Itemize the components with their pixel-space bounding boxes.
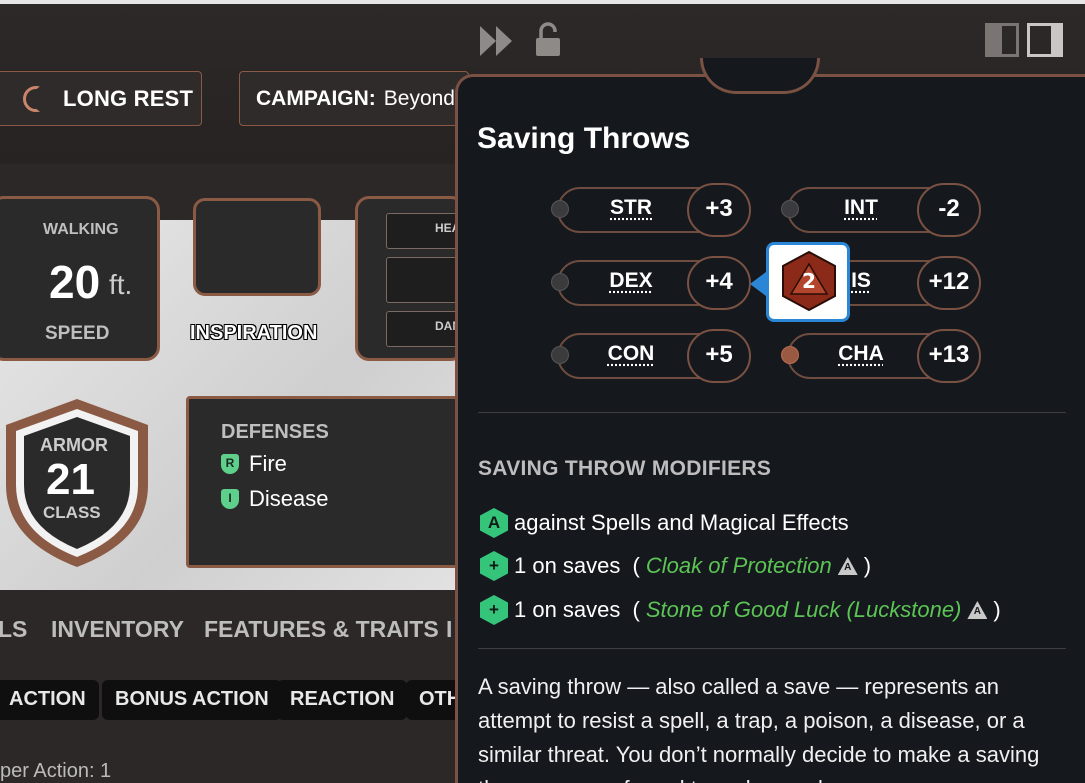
layout-right-icon[interactable] xyxy=(1027,23,1063,57)
advantage-icon: A xyxy=(480,508,508,538)
modifier-source-link[interactable]: Stone of Good Luck (Luckstone) xyxy=(646,597,962,623)
modifier-row: + 1 on saves ( Stone of Good Luck (Lucks… xyxy=(480,595,1001,625)
save-con[interactable]: CON +5 xyxy=(551,329,751,383)
dice-popup-arrow xyxy=(750,272,766,296)
modifier-row: + 1 on saves ( Cloak of Protection A ) xyxy=(480,551,871,581)
bonus-icon: + xyxy=(480,595,508,625)
modifier-row: A against Spells and Magical Effects xyxy=(480,508,849,538)
save-mod[interactable]: -2 xyxy=(917,195,981,223)
save-str[interactable]: STR +3 xyxy=(551,183,751,237)
modifiers-title: SAVING THROW MODIFIERS xyxy=(478,457,772,480)
attunement-icon: A xyxy=(837,557,858,575)
saving-throw-description: A saving throw — also called a save — re… xyxy=(478,674,1040,783)
tab-inventory[interactable]: INVENTORY xyxy=(51,616,184,643)
proficiency-dot xyxy=(781,200,799,218)
hit-points-box: HEA DAMA xyxy=(355,196,465,361)
save-dex[interactable]: DEX +4 xyxy=(551,256,751,310)
defenses-box[interactable]: DEFENSES R Fire I Disease xyxy=(186,396,476,568)
tab-more[interactable]: I xyxy=(446,616,452,643)
armor-class-shield[interactable]: ARMOR 21 CLASS xyxy=(0,395,156,570)
save-name: INT xyxy=(844,196,878,219)
long-rest-label: LONG REST xyxy=(63,85,194,111)
modifier-text: 1 on saves xyxy=(514,553,621,578)
hp-input[interactable] xyxy=(386,257,462,303)
campaign-label: CAMPAIGN: xyxy=(256,86,376,110)
close-paren: ) xyxy=(863,553,872,578)
long-rest-button[interactable]: LONG REST xyxy=(0,71,202,126)
defense-item: R Fire xyxy=(221,451,287,477)
proficiency-dot xyxy=(551,346,569,364)
panel-header-tab xyxy=(700,58,820,94)
armor-label-bottom: CLASS xyxy=(43,503,101,522)
resistance-icon: R xyxy=(221,454,239,474)
save-mod[interactable]: +5 xyxy=(687,341,751,369)
save-name: STR xyxy=(610,196,652,219)
filter-reaction[interactable]: REACTION xyxy=(277,680,408,720)
armor-label-top: ARMOR xyxy=(40,435,108,455)
open-paren: ( xyxy=(626,553,640,578)
heal-button[interactable]: HEA xyxy=(386,213,462,249)
divider xyxy=(478,412,1066,413)
close-paren: ) xyxy=(993,597,1001,622)
tab-features-traits[interactable]: FEATURES & TRAITS xyxy=(204,616,439,643)
save-mod[interactable]: +3 xyxy=(687,195,751,223)
tab-spells[interactable]: LS xyxy=(0,616,27,643)
window-top-edge xyxy=(0,0,1085,4)
defense-label: Disease xyxy=(249,486,329,511)
open-paren: ( xyxy=(626,597,640,622)
inspiration-label: INSPIRATION xyxy=(190,322,318,344)
speed-value: 20 xyxy=(49,256,101,308)
filter-action[interactable]: ACTION xyxy=(0,680,99,720)
dice-value: 2 xyxy=(802,269,816,293)
immunity-icon: I xyxy=(221,489,239,509)
save-int[interactable]: INT -2 xyxy=(781,183,981,237)
unlock-icon[interactable] xyxy=(535,22,561,58)
moon-icon xyxy=(23,85,53,112)
defense-item: I Disease xyxy=(221,486,328,512)
filter-bonus-action[interactable]: BONUS ACTION xyxy=(102,680,282,720)
save-name: CHA xyxy=(838,342,884,365)
defense-label: Fire xyxy=(249,451,287,476)
save-name: DEX xyxy=(609,269,653,292)
panel-title: Saving Throws xyxy=(477,122,691,155)
campaign-button[interactable]: CAMPAIGN: Beyond xyxy=(239,71,469,126)
divider xyxy=(478,648,1066,649)
save-mod[interactable]: +12 xyxy=(917,268,981,296)
proficiency-dot xyxy=(781,346,799,364)
save-name: CON xyxy=(607,342,655,365)
proficiency-dot xyxy=(551,273,569,291)
damage-button[interactable]: DAMA xyxy=(386,311,462,347)
save-mod[interactable]: +4 xyxy=(687,268,751,296)
bonus-icon: + xyxy=(480,551,508,581)
modifier-source-link[interactable]: Cloak of Protection xyxy=(646,553,832,579)
fast-forward-icon[interactable] xyxy=(480,24,516,58)
inspiration-toggle[interactable] xyxy=(193,198,321,296)
d20-icon: 2 xyxy=(782,250,836,312)
speed-box: WALKING 20 ft. SPEED xyxy=(0,196,160,361)
layout-left-icon[interactable] xyxy=(985,23,1019,57)
save-cha[interactable]: CHA +13 xyxy=(781,329,981,383)
per-action-text: per Action: 1 xyxy=(0,760,112,782)
campaign-value: Beyond xyxy=(383,86,455,110)
speed-label: SPEED xyxy=(45,323,110,344)
defenses-title: DEFENSES xyxy=(221,421,329,443)
attunement-icon: A xyxy=(967,601,988,619)
speed-unit: ft. xyxy=(109,269,133,300)
save-mod[interactable]: +13 xyxy=(917,341,981,369)
modifier-text: 1 on saves xyxy=(514,597,621,622)
modifier-text: against Spells and Magical Effects xyxy=(514,510,849,535)
speed-type: WALKING xyxy=(43,221,119,238)
armor-value: 21 xyxy=(46,455,95,504)
proficiency-dot xyxy=(551,200,569,218)
